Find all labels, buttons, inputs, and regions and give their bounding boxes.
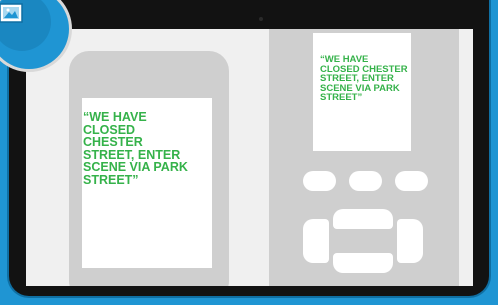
device-message-text: “WE HAVE CLOSED CHESTER STREET, ENTER SC…	[320, 54, 408, 103]
dpad-up	[333, 209, 393, 229]
dpad-down	[333, 253, 393, 273]
phone-message-text: “WE HAVE CLOSED CHESTER STREET, ENTER SC…	[83, 110, 188, 187]
device-screen: “WE HAVE CLOSED CHESTER STREET, ENTER SC…	[313, 33, 411, 151]
device-button-center	[349, 171, 382, 191]
device-dpad	[303, 209, 423, 273]
device-button-right	[395, 171, 428, 191]
radio-device-illustration: “WE HAVE CLOSED CHESTER STREET, ENTER SC…	[269, 29, 459, 286]
dpad-right	[397, 219, 423, 263]
dpad-left	[303, 219, 329, 263]
device-button-left	[303, 171, 336, 191]
image-icon	[0, 3, 23, 23]
image-badge	[0, 0, 51, 51]
camera-dot	[259, 17, 263, 21]
tablet-frame: “WE HAVE CLOSED CHESTER STREET, ENTER SC…	[0, 0, 498, 305]
tablet-screen: “WE HAVE CLOSED CHESTER STREET, ENTER SC…	[26, 29, 473, 286]
phone-illustration: “WE HAVE CLOSED CHESTER STREET, ENTER SC…	[69, 51, 229, 286]
